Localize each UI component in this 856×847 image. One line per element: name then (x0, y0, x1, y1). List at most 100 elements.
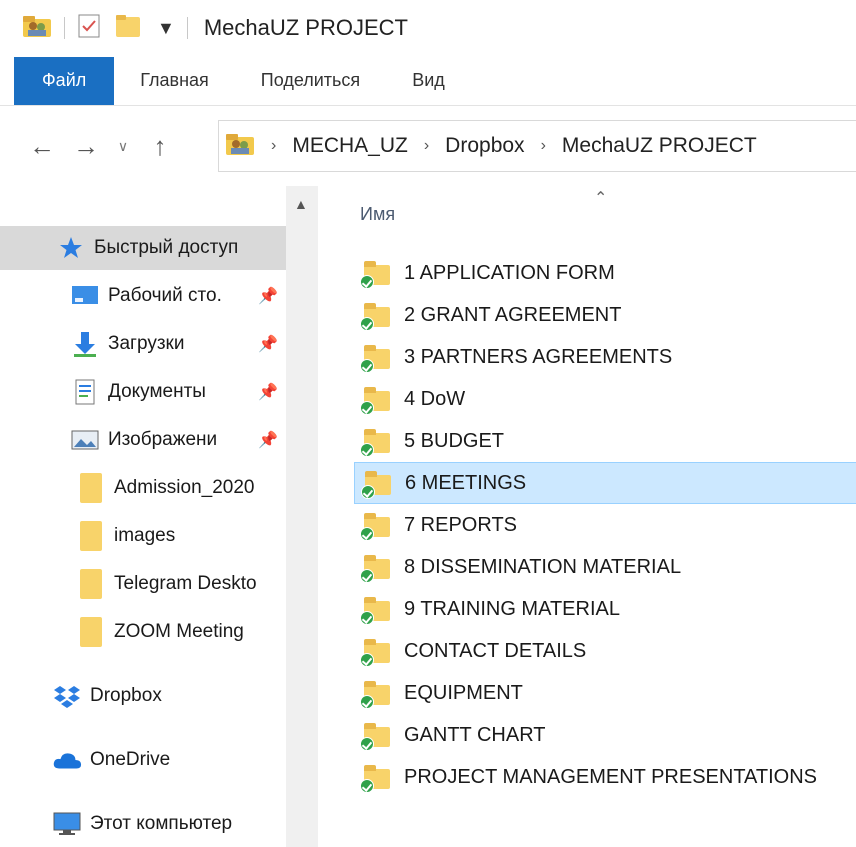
nav-item-documents[interactable]: Документы 📌 (0, 370, 286, 414)
customize-toolbar-icon[interactable]: ▼ (157, 18, 175, 39)
folder-name: GANTT CHART (404, 723, 546, 746)
folder-icon (76, 521, 106, 551)
chevron-right-icon[interactable]: › (424, 137, 429, 155)
folder-row[interactable]: 5 BUDGET (354, 420, 856, 462)
folder-row[interactable]: GANTT CHART (354, 714, 856, 756)
back-arrow-icon[interactable]: ← (20, 131, 64, 162)
tab-share[interactable]: Поделиться (235, 56, 386, 106)
nav-item-label: OneDrive (90, 749, 171, 770)
up-arrow-icon[interactable]: ↑ (138, 131, 182, 162)
folder-row[interactable]: 7 REPORTS (354, 504, 856, 546)
user-folder-icon[interactable] (22, 13, 52, 44)
nav-item-label: Загрузки (108, 333, 185, 354)
tab-file[interactable]: Файл (14, 56, 115, 105)
tab-view[interactable]: Вид (386, 56, 471, 106)
folder-row[interactable]: 9 TRAINING MATERIAL (354, 588, 856, 630)
nav-item-images[interactable]: images (0, 514, 286, 558)
folder-row[interactable]: PROJECT MANAGEMENT PRESENTATIONS (354, 756, 856, 798)
breadcrumb-mechauz-project[interactable]: MechaUZ PROJECT (562, 134, 757, 158)
desktop-icon (70, 281, 100, 311)
synced-folder-icon (360, 507, 396, 543)
nav-item-label: Admission_2020 (114, 477, 255, 498)
folder-row-selected[interactable]: 6 MEETINGS (354, 462, 856, 504)
nav-item-label: Telegram Deskto (114, 573, 257, 594)
toolbar-separator (186, 17, 188, 39)
star-icon (56, 233, 86, 263)
pictures-icon (70, 425, 100, 455)
navigation-bar: ← → ∨ ↑ › MECHA_UZ › Dropbox › MechaUZ P… (0, 106, 856, 186)
nav-item-pictures[interactable]: Изображени 📌 (0, 418, 286, 462)
navigation-pane: Быстрый доступ Рабочий сто. 📌 Загрузки 📌… (0, 186, 318, 847)
chevron-right-icon[interactable]: › (271, 137, 276, 155)
nav-item-dropbox[interactable]: Dropbox (0, 674, 286, 718)
user-folder-icon (225, 131, 255, 162)
nav-item-admission-2020[interactable]: Admission_2020 (0, 466, 286, 510)
synced-folder-icon (360, 633, 396, 669)
nav-item-label: ZOOM Meeting (114, 621, 244, 642)
folder-icon (76, 473, 106, 503)
folder-name: 3 PARTNERS AGREEMENTS (404, 345, 673, 368)
folder-name: 6 MEETINGS (405, 471, 527, 494)
folder-row[interactable]: EQUIPMENT (354, 672, 856, 714)
nav-item-label: Документы (108, 381, 206, 402)
folder-name: 2 GRANT AGREEMENT (404, 303, 622, 326)
documents-icon (70, 377, 100, 407)
nav-item-label: Dropbox (90, 685, 162, 706)
nav-item-label: Изображени (108, 429, 218, 450)
pin-icon[interactable]: 📌 (258, 334, 278, 354)
synced-folder-icon (360, 381, 396, 417)
dropbox-icon (52, 681, 82, 711)
nav-item-zoom-meeting[interactable]: ZOOM Meeting (0, 610, 286, 654)
folder-name: 7 REPORTS (404, 513, 517, 536)
nav-item-onedrive[interactable]: OneDrive (0, 738, 286, 782)
column-header-name[interactable]: Имя (360, 204, 395, 225)
nav-item-quick-access[interactable]: Быстрый доступ (0, 226, 286, 270)
scroll-up-arrow-icon[interactable]: ▲ (294, 196, 308, 212)
folder-row[interactable]: 4 DoW (354, 378, 856, 420)
folder-name: EQUIPMENT (404, 681, 523, 704)
title-bar: ▼ MechaUZ PROJECT (0, 0, 856, 56)
folder-name: 8 DISSEMINATION MATERIAL (404, 555, 682, 578)
folder-name: 4 DoW (404, 387, 466, 410)
breadcrumb-mecha-uz[interactable]: MECHA_UZ (292, 134, 408, 158)
folder-row[interactable]: 1 APPLICATION FORM (354, 252, 856, 294)
folder-name: 1 APPLICATION FORM (404, 261, 615, 284)
new-folder-icon[interactable] (115, 13, 141, 44)
folder-row[interactable]: 8 DISSEMINATION MATERIAL (354, 546, 856, 588)
folder-name: PROJECT MANAGEMENT PRESENTATIONS (404, 765, 818, 788)
folder-name: 9 TRAINING MATERIAL (404, 597, 620, 620)
synced-folder-icon (360, 717, 396, 753)
synced-folder-icon (360, 297, 396, 333)
window-title: MechaUZ PROJECT (203, 15, 408, 40)
onedrive-icon (52, 745, 82, 775)
pin-icon[interactable]: 📌 (258, 286, 278, 306)
folder-row[interactable]: 3 PARTNERS AGREEMENTS (354, 336, 856, 378)
computer-icon (52, 809, 82, 839)
synced-folder-icon (360, 759, 396, 795)
folder-row[interactable]: CONTACT DETAILS (354, 630, 856, 672)
folder-row[interactable]: 2 GRANT AGREEMENT (354, 294, 856, 336)
folder-icon (76, 569, 106, 599)
address-bar[interactable]: › MECHA_UZ › Dropbox › MechaUZ PROJECT (218, 120, 856, 172)
synced-folder-icon (361, 465, 397, 501)
navigation-scrollbar[interactable]: ▲ (286, 186, 318, 847)
nav-item-label: Быстрый доступ (94, 237, 239, 258)
pin-icon[interactable]: 📌 (258, 430, 278, 450)
forward-arrow-icon[interactable]: → (64, 131, 108, 162)
synced-folder-icon (360, 423, 396, 459)
folder-name: 5 BUDGET (404, 429, 505, 452)
nav-item-telegram-desktop[interactable]: Telegram Deskto (0, 562, 286, 606)
nav-item-this-pc[interactable]: Этот компьютер (0, 802, 286, 846)
nav-item-label: Этот компьютер (90, 813, 233, 834)
properties-icon[interactable] (77, 13, 101, 44)
breadcrumb-dropbox[interactable]: Dropbox (445, 134, 524, 158)
recent-locations-chevron-icon[interactable]: ∨ (108, 138, 138, 155)
nav-item-downloads[interactable]: Загрузки 📌 (0, 322, 286, 366)
nav-item-label: Рабочий сто. (108, 285, 222, 306)
tab-home[interactable]: Главная (114, 56, 235, 106)
chevron-right-icon[interactable]: › (541, 137, 546, 155)
nav-item-desktop[interactable]: Рабочий сто. 📌 (0, 274, 286, 318)
synced-folder-icon (360, 549, 396, 585)
synced-folder-icon (360, 591, 396, 627)
pin-icon[interactable]: 📌 (258, 382, 278, 402)
